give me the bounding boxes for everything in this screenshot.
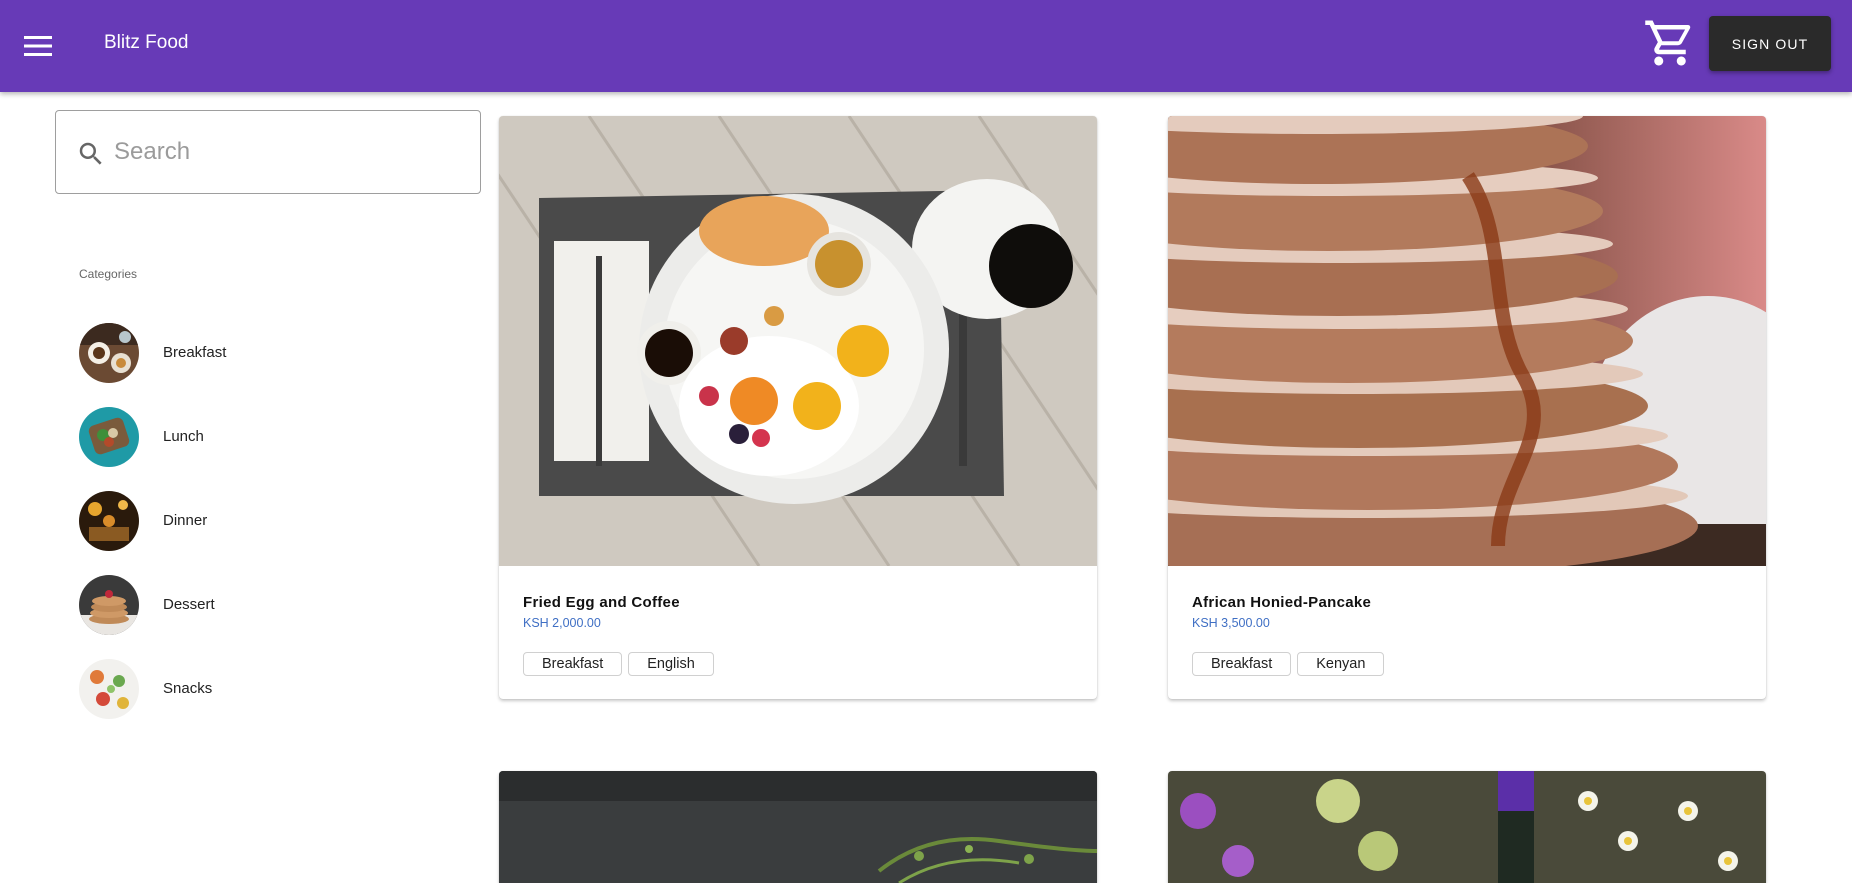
product-card[interactable]: Fried Egg and Coffee KSH 2,000.00 Breakf… [499, 116, 1097, 699]
product-image-honied-pancake [1168, 116, 1766, 566]
product-card-body: Fried Egg and Coffee KSH 2,000.00 Breakf… [499, 566, 1097, 699]
shopping-cart-icon [1645, 20, 1691, 66]
category-item-lunch[interactable]: Lunch [79, 407, 459, 467]
product-image-fried-egg-coffee [499, 116, 1097, 566]
product-image [1168, 771, 1766, 883]
dinner-avatar [79, 491, 139, 551]
tag-chip[interactable]: Kenyan [1297, 652, 1385, 676]
category-item-dessert[interactable]: Dessert [79, 575, 459, 635]
app-bar: Blitz Food SIGN OUT [0, 0, 1852, 92]
product-card-body: African Honied-Pancake KSH 3,500.00 Brea… [1168, 566, 1766, 699]
category-label: Dessert [163, 596, 215, 613]
dessert-avatar [79, 575, 139, 635]
product-card[interactable]: African Honied-Pancake KSH 3,500.00 Brea… [1168, 116, 1766, 699]
search-input[interactable] [114, 129, 464, 175]
menu-button[interactable] [14, 22, 62, 70]
cart-button[interactable] [1640, 16, 1700, 72]
app-title: Blitz Food [104, 32, 189, 53]
product-name: Fried Egg and Coffee [523, 594, 680, 611]
category-label: Breakfast [163, 344, 227, 361]
product-price: KSH 3,500.00 [1192, 616, 1270, 630]
category-label: Dinner [163, 512, 208, 529]
product-card[interactable] [499, 771, 1097, 883]
breakfast-avatar [79, 323, 139, 383]
product-price: KSH 2,000.00 [523, 616, 601, 630]
category-label: Snacks [163, 680, 213, 697]
search-box[interactable] [55, 110, 481, 194]
sign-out-button[interactable]: SIGN OUT [1709, 16, 1831, 71]
hamburger-menu-icon [24, 36, 52, 56]
tag-chip[interactable]: English [628, 652, 714, 676]
category-label: Lunch [163, 428, 204, 445]
tag-chip[interactable]: Breakfast [1192, 652, 1292, 676]
category-item-dinner[interactable]: Dinner [79, 491, 459, 551]
product-tags: Breakfast English [523, 652, 714, 676]
product-tags: Breakfast Kenyan [1192, 652, 1385, 676]
search-icon [79, 142, 102, 165]
categories-heading: Categories [79, 267, 138, 281]
product-image [499, 771, 1097, 883]
product-name: African Honied-Pancake [1192, 594, 1372, 611]
snacks-avatar [79, 659, 139, 719]
category-item-breakfast[interactable]: Breakfast [79, 323, 459, 383]
tag-chip[interactable]: Breakfast [523, 652, 623, 676]
product-card[interactable] [1168, 771, 1766, 883]
lunch-avatar [79, 407, 139, 467]
category-item-snacks[interactable]: Snacks [79, 659, 459, 719]
